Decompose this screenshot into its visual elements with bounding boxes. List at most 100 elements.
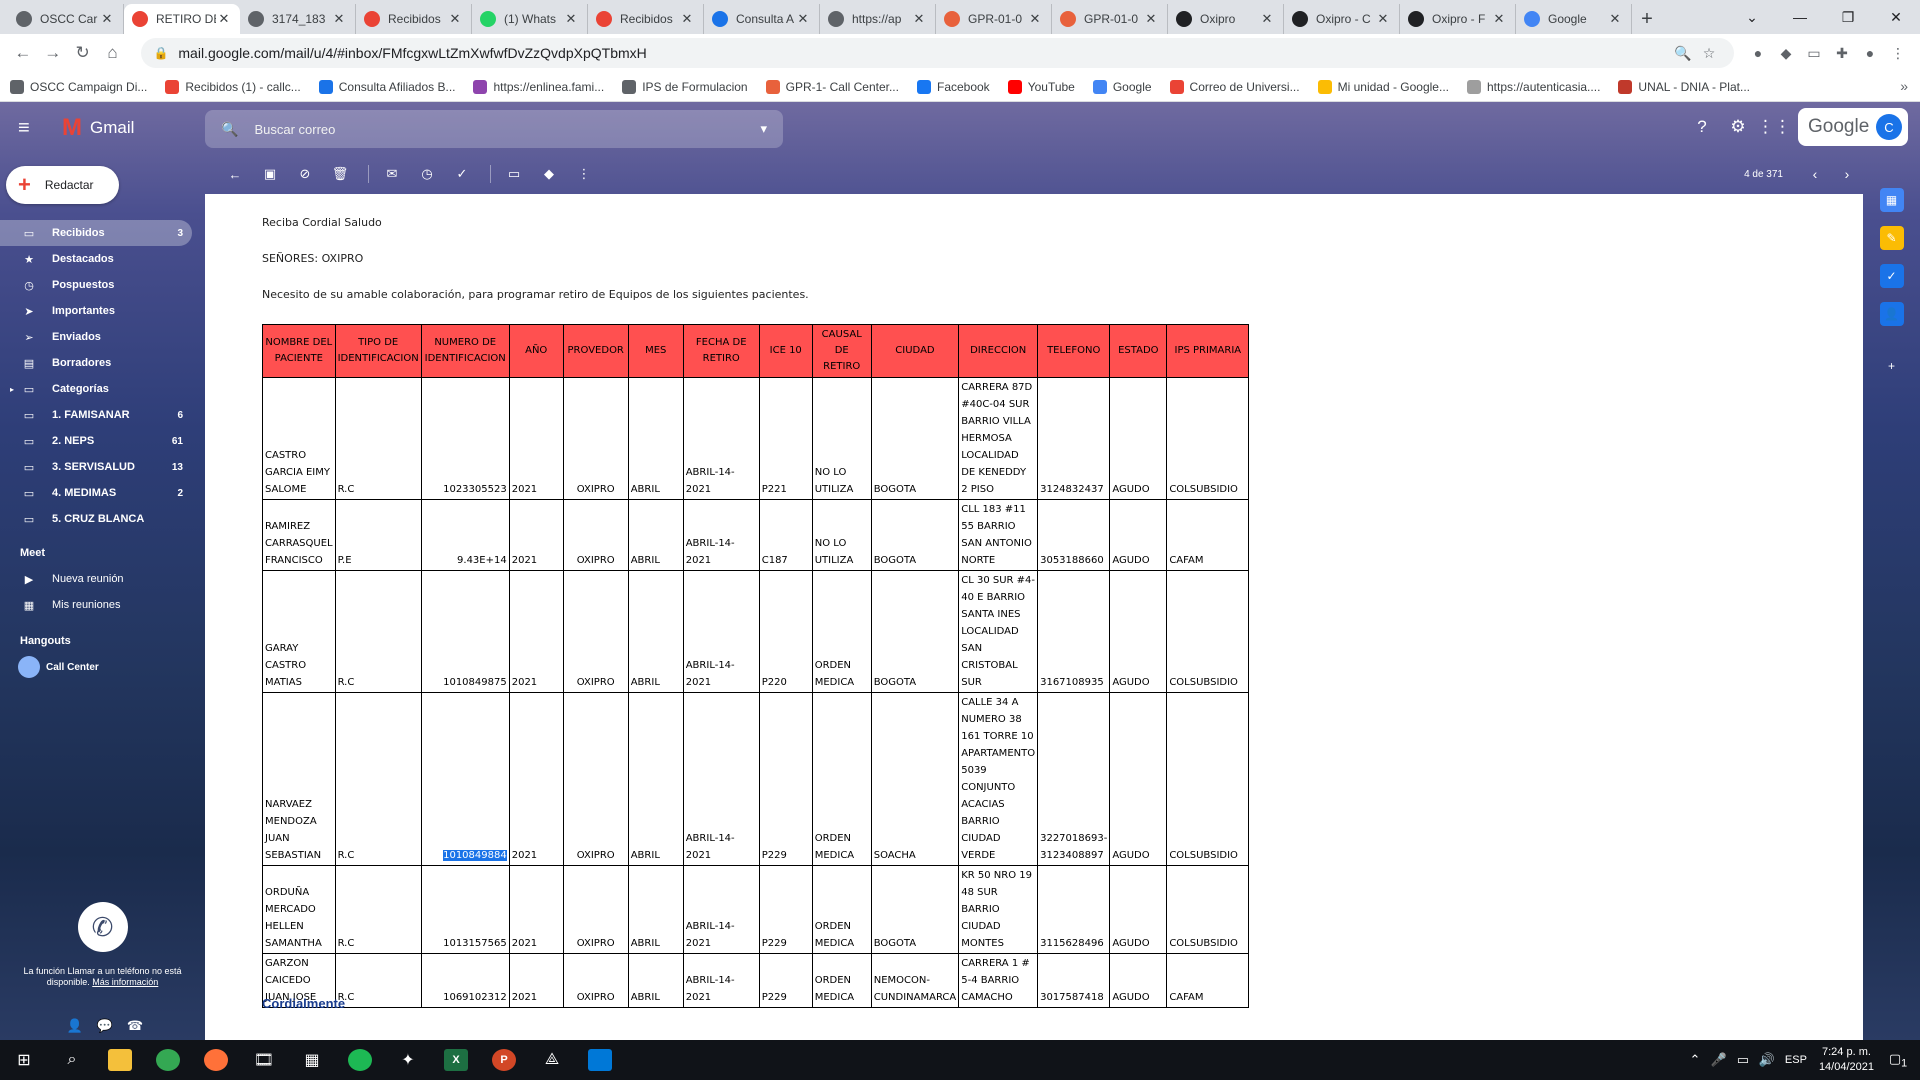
archive-icon[interactable]: ▣ (255, 166, 285, 182)
sidebar-item[interactable]: ▭ 1. FAMISANAR 6 (0, 402, 205, 428)
bookmark-star-icon[interactable]: ☆ (1696, 45, 1722, 62)
bookmark-item[interactable]: IPS de Formulacion (622, 79, 748, 94)
snooze-icon[interactable]: ◷ (412, 166, 442, 182)
reload-icon[interactable]: ↻ (68, 38, 98, 68)
app-icon[interactable]: ✦ (384, 1040, 432, 1080)
help-icon[interactable]: ? (1684, 117, 1720, 137)
newer-chevron-icon[interactable]: ‹ (1799, 166, 1831, 182)
bookmark-item[interactable]: https://autenticasia.... (1467, 79, 1600, 94)
clock[interactable]: 7:24 p. m. 14/04/2021 (1819, 1045, 1874, 1075)
forward-icon[interactable]: → (38, 38, 68, 68)
tray-chevron-icon[interactable]: ⌃ (1683, 1052, 1707, 1068)
tab-close-icon[interactable]: ✕ (1027, 11, 1043, 27)
microphone-icon[interactable]: 🎤 (1707, 1052, 1731, 1068)
gmail-logo[interactable]: M Gmail (62, 114, 134, 142)
file-explorer-icon[interactable] (96, 1040, 144, 1080)
zoom-icon[interactable]: 🔍 (1670, 45, 1696, 62)
powerpoint-icon[interactable]: P (480, 1040, 528, 1080)
sidebar-item[interactable]: ▭ Recibidos 3 (0, 220, 192, 246)
back-icon[interactable]: ← (8, 38, 38, 68)
delete-icon[interactable]: 🗑 (325, 166, 355, 182)
mark-unread-icon[interactable]: ✉ (377, 166, 407, 182)
windows-start-icon[interactable]: ⊞ (0, 1040, 48, 1080)
tab-close-icon[interactable]: ✕ (99, 11, 115, 27)
bookmark-item[interactable]: Correo de Universi... (1169, 79, 1300, 94)
browser-tab[interactable]: RETIRO DE ✕ (124, 4, 240, 34)
browser-tab[interactable]: (1) Whats ✕ (472, 4, 588, 34)
browser-tab[interactable]: https://ap ✕ (820, 4, 936, 34)
excel-icon[interactable]: X (432, 1040, 480, 1080)
language-indicator[interactable]: ESP (1785, 1054, 1807, 1066)
tab-search-icon[interactable]: ⌄ (1728, 0, 1776, 34)
extension-icon[interactable]: ◆ (1772, 39, 1800, 67)
phone-small-icon[interactable]: ☎ (120, 1018, 150, 1034)
maximize-icon[interactable]: ❐ (1824, 0, 1872, 34)
browser-tab[interactable]: Google ✕ (1516, 4, 1632, 34)
firefox-icon[interactable] (192, 1040, 240, 1080)
bookmark-item[interactable]: https://enlinea.fami... (473, 79, 604, 94)
tab-close-icon[interactable]: ✕ (679, 11, 695, 27)
hangouts-user[interactable]: Call Center (0, 654, 205, 680)
tab-close-icon[interactable]: ✕ (563, 11, 579, 27)
main-menu-icon[interactable]: ≡ (18, 117, 42, 140)
search-taskbar-icon[interactable]: ⌕ (48, 1040, 96, 1080)
tab-close-icon[interactable]: ✕ (1607, 11, 1623, 27)
label-tag-icon[interactable]: ◆ (534, 166, 564, 182)
person-icon[interactable]: 👤 (60, 1018, 90, 1034)
chat-bubble-icon[interactable]: 💬 (90, 1018, 120, 1034)
tab-close-icon[interactable]: ✕ (1491, 11, 1507, 27)
search-icon[interactable]: 🔍 (221, 121, 238, 138)
tab-close-icon[interactable]: ✕ (795, 11, 811, 27)
volume-icon[interactable]: 🔊 (1755, 1052, 1779, 1068)
notification-icon[interactable]: ▢1 (1886, 1051, 1910, 1070)
keep-app-icon[interactable]: ✎ (1879, 226, 1904, 250)
profile-avatar-icon[interactable]: ● (1856, 39, 1884, 67)
tab-close-icon[interactable]: ✕ (331, 11, 347, 27)
browser-tab[interactable]: Consulta A ✕ (704, 4, 820, 34)
bookmark-item[interactable]: UNAL - DNIA - Plat... (1618, 79, 1750, 94)
contacts-app-icon[interactable]: 👤 (1879, 302, 1904, 326)
apps-grid-icon[interactable]: ⋮⋮ (1756, 117, 1792, 137)
tab-close-icon[interactable]: ✕ (1375, 11, 1391, 27)
calculator-icon[interactable]: ▦ (288, 1040, 336, 1080)
sidebar-item[interactable]: ★ Destacados (0, 246, 205, 272)
bookmark-item[interactable]: Consulta Afiliados B... (318, 79, 455, 94)
sidebar-item[interactable]: ◷ Pospuestos (0, 272, 205, 298)
avatar[interactable]: C (1876, 114, 1902, 140)
spotify-icon[interactable] (336, 1040, 384, 1080)
move-to-icon[interactable]: ▭ (499, 166, 529, 182)
meet-item[interactable]: ▶ Nueva reunión (0, 566, 205, 592)
extension-icon[interactable]: ● (1744, 39, 1772, 67)
search-input[interactable]: 🔍 Buscar correo ▾ (205, 110, 783, 148)
compose-button[interactable]: + Redactar (6, 166, 119, 204)
sidebar-item[interactable]: ▭ 2. NEPS 61 (0, 428, 205, 454)
add-task-icon[interactable]: ✓ (447, 166, 477, 182)
address-bar[interactable]: 🔒 mail.google.com/mail/u/4/#inbox/FMfcgx… (141, 38, 1734, 68)
expand-caret-icon[interactable]: ▸ (10, 385, 14, 394)
bookmark-item[interactable]: Recibidos (1) - callc... (165, 79, 301, 94)
more-options-icon[interactable]: ⋮ (569, 166, 599, 182)
bookmark-item[interactable]: Mi unidad - Google... (1317, 79, 1449, 94)
add-addon-icon[interactable]: + (1880, 354, 1904, 378)
film-app-icon[interactable]: 🎞 (240, 1040, 288, 1080)
back-arrow-icon[interactable]: ← (220, 167, 250, 182)
chrome-icon[interactable] (144, 1040, 192, 1080)
phone-icon[interactable]: ✆ (77, 902, 128, 952)
bookmark-item[interactable]: GPR-1- Call Center... (765, 79, 899, 94)
menu-dots-icon[interactable]: ⋮ (1884, 39, 1912, 67)
network-icon[interactable]: ▭ (1731, 1052, 1755, 1068)
bookmark-item[interactable]: Google (1092, 79, 1152, 94)
sidebar-item[interactable]: ➢ Enviados (0, 324, 205, 350)
puzzle-icon[interactable]: ✚ (1828, 39, 1856, 67)
home-icon[interactable]: ⌂ (98, 38, 128, 68)
bookmark-item[interactable]: Facebook (916, 79, 990, 94)
bookmark-item[interactable]: OSCC Campaign Di... (10, 79, 147, 94)
calendar-app-icon[interactable]: ▦ (1879, 188, 1904, 212)
more-info-link[interactable]: Más información (92, 977, 158, 987)
sidebar-item[interactable]: ▭ 3. SERVISALUD 13 (0, 454, 205, 480)
tab-close-icon[interactable]: ✕ (447, 11, 463, 27)
browser-tab[interactable]: OSCC Car ✕ (8, 4, 124, 34)
acrobat-icon[interactable]: ⟁ (528, 1040, 576, 1080)
browser-tab[interactable]: GPR-01-0 ✕ (936, 4, 1052, 34)
browser-tab[interactable]: Oxipro ✕ (1168, 4, 1284, 34)
